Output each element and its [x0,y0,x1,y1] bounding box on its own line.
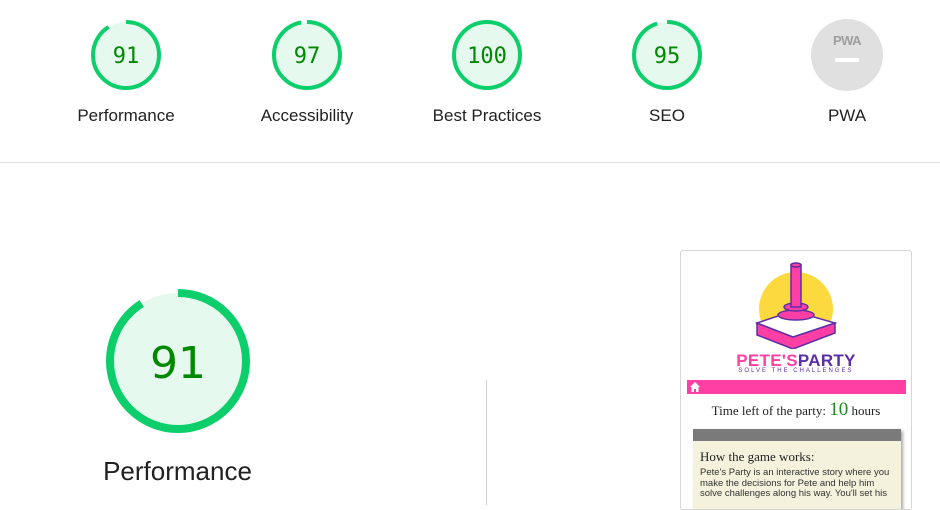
time-left-row: Time left of the party: 10 hours [681,399,911,421]
gauge-accessibility-ring: 97 [272,20,342,90]
gauge-performance[interactable]: 91 Performance [56,18,196,126]
gauge-performance-label: Performance [77,106,175,125]
card-text: Pete's Party is an interactive story whe… [700,467,890,499]
game-info-card: How the game works: Pete's Party is an i… [693,429,901,509]
performance-title: Performance [103,456,252,486]
score-summary: 91 Performance 97 Accessibility 100 Best… [0,0,940,163]
performance-gauge: 91 [105,289,250,433]
gauge-seo[interactable]: 95 SEO [597,18,737,126]
time-suffix: hours [851,403,881,418]
gauge-best-practices-score: 100 [467,44,507,69]
gauge-best-practices[interactable]: 100 Best Practices [417,18,557,126]
gauge-pwa-label: PWA [827,106,867,125]
card-title: How the game works: [700,449,815,464]
section-divider [486,380,487,505]
gauge-accessibility-score: 97 [294,44,321,69]
gauge-seo-label: SEO [649,106,685,125]
final-screenshot[interactable]: PETE'SPARTY SOLVE THE CHALLENGES Time le… [680,250,912,510]
home-icon [690,382,700,392]
gauge-best-practices-ring: 100 [452,20,522,90]
gauge-best-practices-label: Best Practices [432,106,542,125]
game-brand-subtitle: SOLVE THE CHALLENGES [738,368,854,374]
game-navbar [687,380,906,394]
gauge-seo-score: 95 [654,44,681,69]
card-header-bar [693,429,901,441]
pwa-badge-icon: PWA [811,19,883,91]
gauge-seo-ring: 95 [632,20,702,90]
gauge-pwa[interactable]: PWA PWA [777,18,917,126]
performance-score: 91 [150,338,206,389]
gauge-performance-ring: 91 [91,20,161,90]
performance-summary: 91 Performance [100,288,255,487]
pwa-badge-text: PWA [833,33,862,48]
time-value: 10 [829,399,849,420]
gauge-accessibility-label: Accessibility [260,106,354,125]
time-prefix: Time left of the party: [711,403,826,418]
gauge-performance-score: 91 [113,44,140,69]
gauge-accessibility[interactable]: 97 Accessibility [237,18,377,126]
game-logo-icon [754,262,838,349]
